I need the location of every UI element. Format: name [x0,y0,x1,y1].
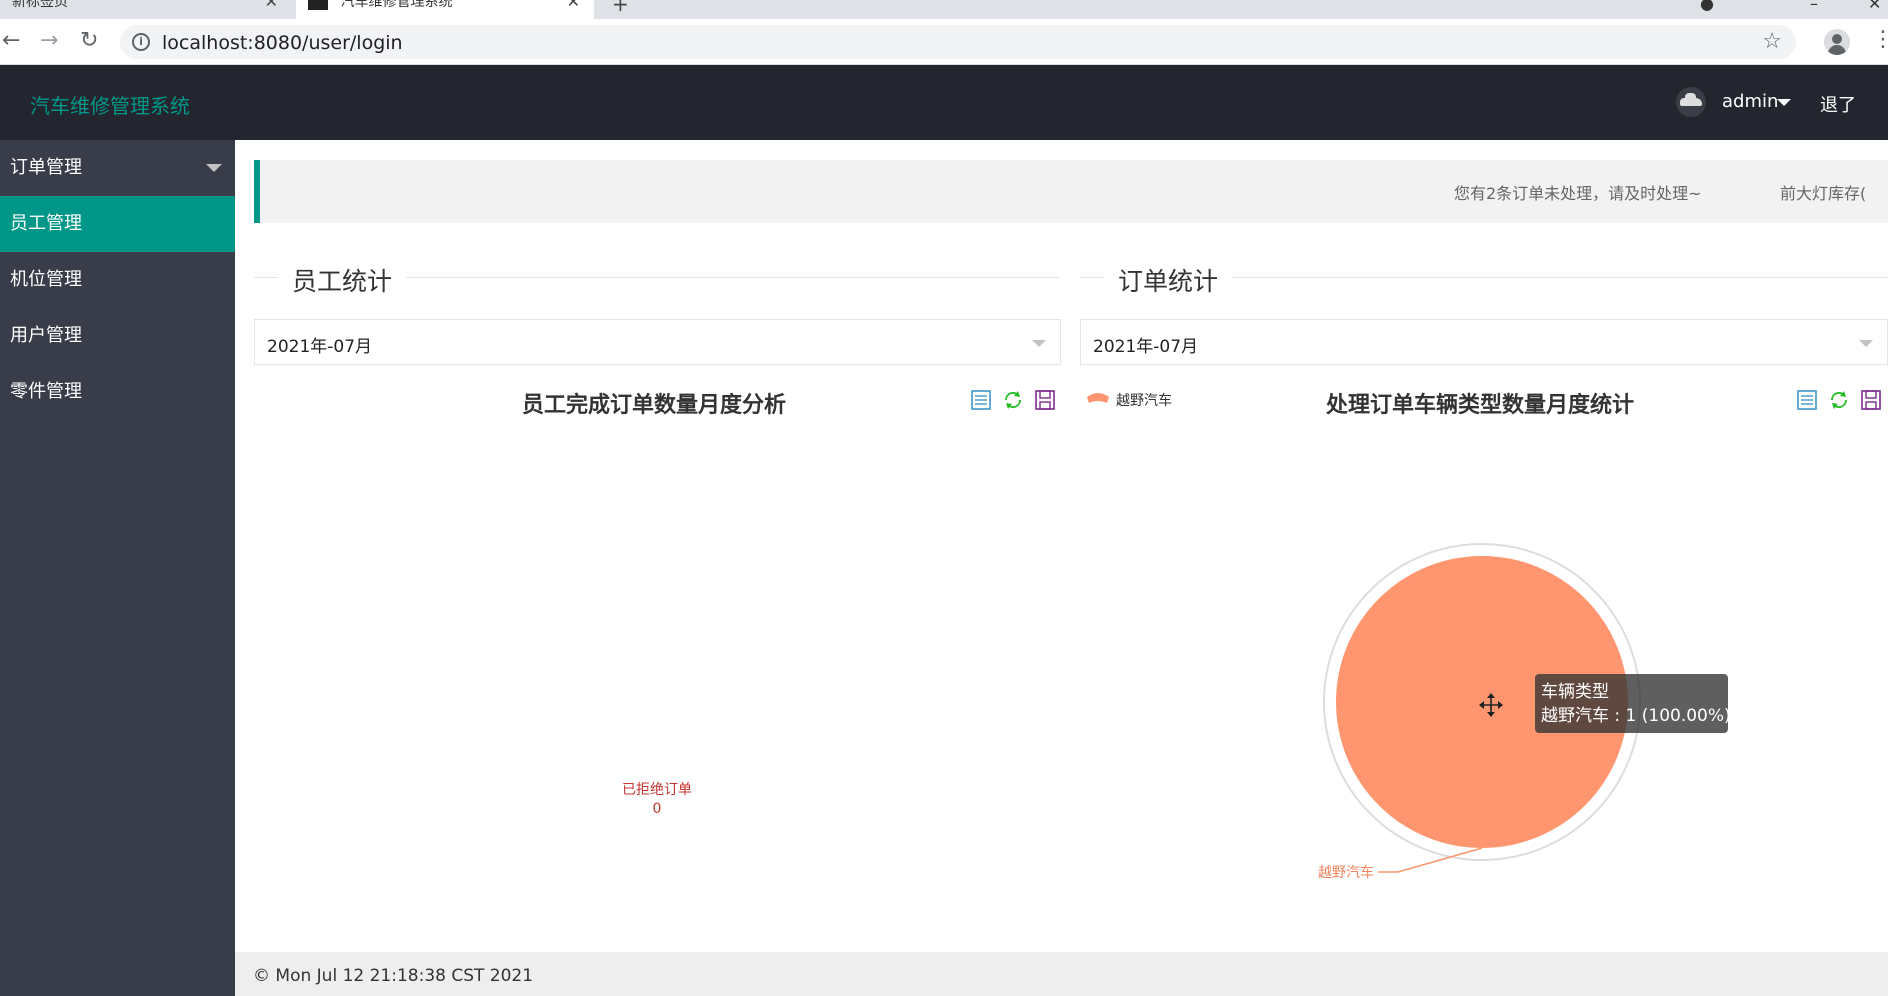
chevron-down-icon[interactable] [1777,99,1791,106]
bookmark-star-icon[interactable]: ☆ [1762,29,1782,54]
tab-title: 新标签页 [12,0,68,10]
notice-bar: 您有2条订单未处理，请及时处理~ 前大灯库存( [254,160,1888,223]
address-bar[interactable]: i localhost:8080/user/login ☆ [120,25,1796,59]
app-header: 汽车维修管理系统 admin 退了 [0,65,1888,140]
browser-tab-active[interactable]: 汽车维修管理系统 ✕ [296,0,594,19]
footer: © Mon Jul 12 21:18:38 CST 2021 [235,952,1888,996]
tooltip-title: 车辆类型 [1541,682,1609,702]
chevron-down-icon [1859,340,1873,347]
car-icon [1680,93,1702,106]
profile-avatar-icon[interactable] [1824,29,1850,55]
chevron-down-icon [206,164,222,172]
pie-value-label: 0 [653,801,662,817]
sidebar-item-parts[interactable]: 零件管理 [0,364,235,420]
select-value: 2021年-07月 [267,337,373,357]
chart-tooltip: 车辆类型 越野汽车 : 1 (100.00%) [1535,674,1731,733]
close-tab-icon[interactable]: ✕ [567,0,580,12]
close-tab-icon[interactable]: ✕ [265,0,278,12]
browser-tab-bar: 新标签页 ✕ 汽车维修管理系统 ✕ + ● – ✕ [0,0,1888,19]
move-cursor-icon [1479,693,1503,717]
sidebar-item-label: 订单管理 [10,157,82,178]
sidebar-item-label: 机位管理 [10,269,82,290]
sidebar-item-users[interactable]: 用户管理 [0,308,235,364]
select-value: 2021年-07月 [1093,337,1199,357]
employee-chart-title: 员工完成订单数量月度分析 [522,393,787,418]
footer-timestamp: © Mon Jul 12 21:18:38 CST 2021 [253,966,534,986]
sidebar-item-label: 用户管理 [10,325,82,346]
tab-title: 汽车维修管理系统 [340,0,453,10]
site-info-icon[interactable]: i [132,33,150,51]
save-image-icon[interactable] [1034,389,1056,411]
user-avatar[interactable] [1676,87,1706,117]
order-pie-chart: 越野汽车 [1318,543,1641,881]
chevron-down-icon [1032,340,1046,347]
browser-menu-icon[interactable]: ⋮ [1872,27,1888,53]
url-text[interactable]: localhost:8080/user/login [162,32,403,54]
app-logo[interactable]: 汽车维修管理系统 [30,90,190,119]
sidebar-item-label: 零件管理 [10,381,82,402]
forward-arrow-icon[interactable]: → [40,28,58,54]
legend-swatch[interactable] [1086,391,1110,407]
restore-icon[interactable] [1002,389,1024,411]
employee-pie-chart: 已拒绝订单 0 [622,782,692,817]
sidebar-item-orders[interactable]: 订单管理 [0,140,235,196]
order-chart-title: 处理订单车辆类型数量月度统计 [1326,393,1635,418]
notice-text: 您有2条订单未处理，请及时处理~ [1454,184,1702,203]
sidebar-item-bays[interactable]: 机位管理 [0,252,235,308]
employee-month-select[interactable]: 2021年-07月 [254,319,1061,365]
minimize-window-icon[interactable]: – [1810,0,1818,13]
data-view-icon[interactable] [1796,389,1818,411]
new-tab-button[interactable]: + [612,0,629,16]
employee-stats-legend: 员工统计 [278,262,407,298]
notice-scroll-text: 前大灯库存( [1780,184,1867,203]
favicon-icon [308,0,328,10]
browser-tab-new[interactable]: 新标签页 ✕ [0,0,292,19]
tooltip-line: 越野汽车 : 1 (100.00%) [1541,706,1731,726]
pie-label: 越野汽车 [1318,864,1374,881]
order-stats-legend: 订单统计 [1104,262,1233,298]
legend-label[interactable]: 越野汽车 [1116,390,1172,410]
user-menu[interactable]: admin [1722,91,1778,112]
close-window-icon[interactable]: ✕ [1868,0,1881,13]
reload-icon[interactable]: ↻ [80,28,98,54]
back-arrow-icon[interactable]: ← [2,28,20,54]
media-control-icon[interactable]: ● [1700,0,1714,13]
restore-icon[interactable] [1828,389,1850,411]
sidebar: 订单管理 员工管理 机位管理 用户管理 零件管理 [0,140,235,996]
pie-label: 已拒绝订单 [622,782,692,798]
sidebar-item-label: 员工管理 [10,213,82,234]
data-view-icon[interactable] [970,389,992,411]
sidebar-item-employees[interactable]: 员工管理 [0,196,235,252]
logout-link[interactable]: 退了 [1820,91,1856,117]
order-month-select[interactable]: 2021年-07月 [1080,319,1888,365]
notice-marquee: 前大灯库存( [1780,180,1888,204]
save-image-icon[interactable] [1860,389,1882,411]
browser-toolbar: ← → ↻ i localhost:8080/user/login ☆ ⋮ [0,19,1888,65]
